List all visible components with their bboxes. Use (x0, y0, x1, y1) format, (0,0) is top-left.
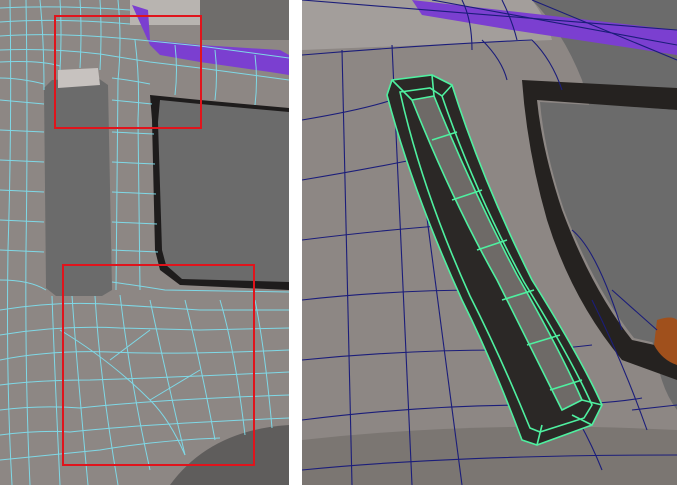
right-viewport-panel (302, 0, 677, 485)
left-mesh-render (0, 0, 289, 485)
left-viewport-panel (0, 0, 289, 485)
panel-divider (289, 0, 302, 485)
right-mesh-render (302, 0, 677, 485)
